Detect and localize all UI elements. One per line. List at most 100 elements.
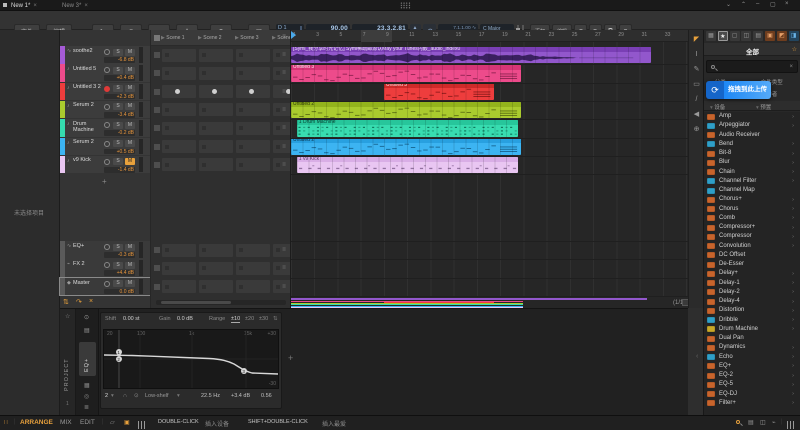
band-power-icon[interactable]: ⊙ (134, 393, 139, 399)
device-row[interactable]: Drum Machine› (704, 325, 798, 334)
file-browser-icon[interactable]: ▤ (748, 419, 754, 426)
track-header[interactable]: ♪Untitled 3 2SM+2.3 dB (60, 83, 150, 101)
chevron-right-icon[interactable]: › (792, 299, 794, 305)
device-row[interactable]: DC Offset (704, 251, 798, 260)
chain-menu-icon[interactable]: ≣ (84, 404, 89, 411)
view-mix[interactable]: MIX (60, 419, 72, 426)
chevron-right-icon[interactable]: › (792, 178, 794, 184)
clip-slot[interactable] (199, 103, 233, 116)
band-selector[interactable]: 2 (105, 393, 108, 399)
arm-button[interactable] (104, 281, 110, 287)
arranger-clip[interactable]: Untitled 2 (291, 102, 521, 119)
clip-slot[interactable] (236, 49, 270, 62)
close-tab-icon[interactable]: × (33, 3, 37, 9)
arranger-clip[interactable]: 1 Drum Machine (297, 120, 518, 137)
device-row[interactable]: Delay+› (704, 269, 798, 278)
clip-slot[interactable] (236, 280, 270, 293)
fullscreen-icon[interactable]: ⌃ (741, 1, 746, 8)
mute-button[interactable]: M (125, 280, 135, 287)
band-listen-icon[interactable]: ∩ (123, 393, 127, 399)
device-row[interactable]: Convolution› (704, 242, 798, 251)
device-row[interactable]: Dribble› (704, 316, 798, 325)
solo-button[interactable]: S (113, 122, 123, 129)
view-edit[interactable]: EDIT (80, 419, 95, 426)
chevron-right-icon[interactable]: › (792, 382, 794, 388)
solo-button[interactable]: S (113, 262, 123, 269)
volume-value[interactable]: -1.4 dB (104, 167, 135, 173)
meter-icon[interactable] (787, 421, 795, 430)
clip-slot[interactable] (162, 49, 196, 62)
solo-button[interactable]: S (113, 67, 123, 74)
track-name[interactable]: Drum Machine (73, 121, 103, 133)
scene-stop-icon[interactable]: ≣ (282, 162, 286, 168)
track-header[interactable]: ♪v9 KickSM-1.4 dB (60, 156, 150, 174)
close-icon[interactable]: × (785, 1, 789, 7)
arm-button[interactable] (104, 122, 110, 128)
chevron-right-icon[interactable]: › (792, 123, 794, 129)
chevron-right-icon[interactable]: › (792, 141, 794, 147)
clip-slot[interactable] (199, 158, 233, 171)
clip-stop-button[interactable] (154, 125, 160, 131)
arranger-clip[interactable]: Untitled 3 (384, 83, 494, 100)
arm-button[interactable] (104, 104, 110, 110)
device-row[interactable]: Audio Receiver (704, 131, 798, 140)
device-folder-icon[interactable]: ▤ (84, 327, 90, 334)
drag-upload-overlay[interactable]: ⟳ 拖拽到此上传 (706, 81, 771, 99)
clip-slot[interactable] (162, 280, 196, 293)
scene-stop-icon[interactable]: ≣ (282, 107, 286, 113)
clip-stop-button[interactable] (154, 70, 160, 76)
clip-slot[interactable] (162, 67, 196, 80)
device-row[interactable]: Chorus+› (704, 195, 798, 204)
device-row[interactable]: De-Esser (704, 260, 798, 269)
search-icon[interactable] (736, 420, 740, 426)
band-freq[interactable]: 22.5 Hz (201, 393, 220, 399)
browser-tab-cloud[interactable]: ◨ (789, 31, 799, 41)
scene-stop-icon[interactable]: ≣ (282, 70, 286, 76)
clip-slot[interactable] (162, 103, 196, 116)
mute-button[interactable]: M (125, 122, 135, 129)
panel-handle-icon[interactable]: ∷ (4, 419, 8, 426)
mute-button[interactable]: M (125, 262, 135, 269)
scene-stop-icon[interactable]: ≣ (282, 144, 286, 150)
track-name[interactable]: v9 Kick (73, 157, 103, 163)
browser-tab-samples[interactable]: ▢ (730, 31, 740, 41)
chevron-right-icon[interactable]: › (792, 197, 794, 203)
eq-graph[interactable]: 20 100 1k 15k +30 -30 1 2 (103, 329, 279, 389)
volume-value[interactable]: +0.5 dB (104, 149, 135, 155)
track-header[interactable]: ⌁FX 2SM+4.4 dB (60, 259, 150, 277)
scene-stop-icon[interactable]: ≣ (282, 265, 286, 271)
scene-stop-icon[interactable]: ≣ (282, 52, 286, 58)
device-row[interactable]: Compressor› (704, 232, 798, 241)
audition-tool-icon[interactable]: ◀ (691, 109, 702, 120)
browser-tab-packs[interactable]: ◩ (777, 31, 787, 41)
clip-slot[interactable] (199, 280, 233, 293)
solo-button[interactable]: S (113, 280, 123, 287)
device-row[interactable]: Bit-8› (704, 149, 798, 158)
device-row[interactable]: Compressor+› (704, 223, 798, 232)
clip-slot[interactable] (236, 122, 270, 135)
clip-slot[interactable] (199, 122, 233, 135)
clip-stop-button[interactable] (154, 89, 160, 95)
clip-slot[interactable] (162, 262, 196, 275)
device-row[interactable]: Dynamics› (704, 343, 798, 352)
chevron-right-icon[interactable]: › (792, 363, 794, 369)
chevron-right-icon[interactable]: › (792, 225, 794, 231)
clip-slot[interactable] (236, 262, 270, 275)
device-browser-icon[interactable]: ◫ (760, 419, 766, 426)
chevron-right-icon[interactable]: › (792, 114, 794, 120)
volume-value[interactable]: -0.3 dB (104, 252, 135, 258)
clip-stop-button[interactable] (154, 284, 160, 290)
maximize-icon[interactable]: ▢ (770, 1, 776, 8)
clip-slot[interactable] (199, 85, 233, 98)
sort-tracks-icon[interactable]: ⇅ (63, 298, 69, 306)
project-panel-tab[interactable]: ☆ PROJECT 1 (60, 309, 76, 416)
device-row[interactable]: EQ-DJ› (704, 390, 798, 399)
arm-button[interactable] (104, 67, 110, 73)
clip-slot[interactable] (199, 262, 233, 275)
knife-tool-icon[interactable]: / (691, 94, 702, 105)
add-device-button[interactable]: + (288, 353, 293, 363)
chevron-right-icon[interactable]: › (792, 160, 794, 166)
chevron-right-icon[interactable]: › (792, 400, 794, 406)
track-name[interactable]: Untitled 5 (73, 66, 103, 72)
chevron-right-icon[interactable]: › (792, 243, 794, 249)
